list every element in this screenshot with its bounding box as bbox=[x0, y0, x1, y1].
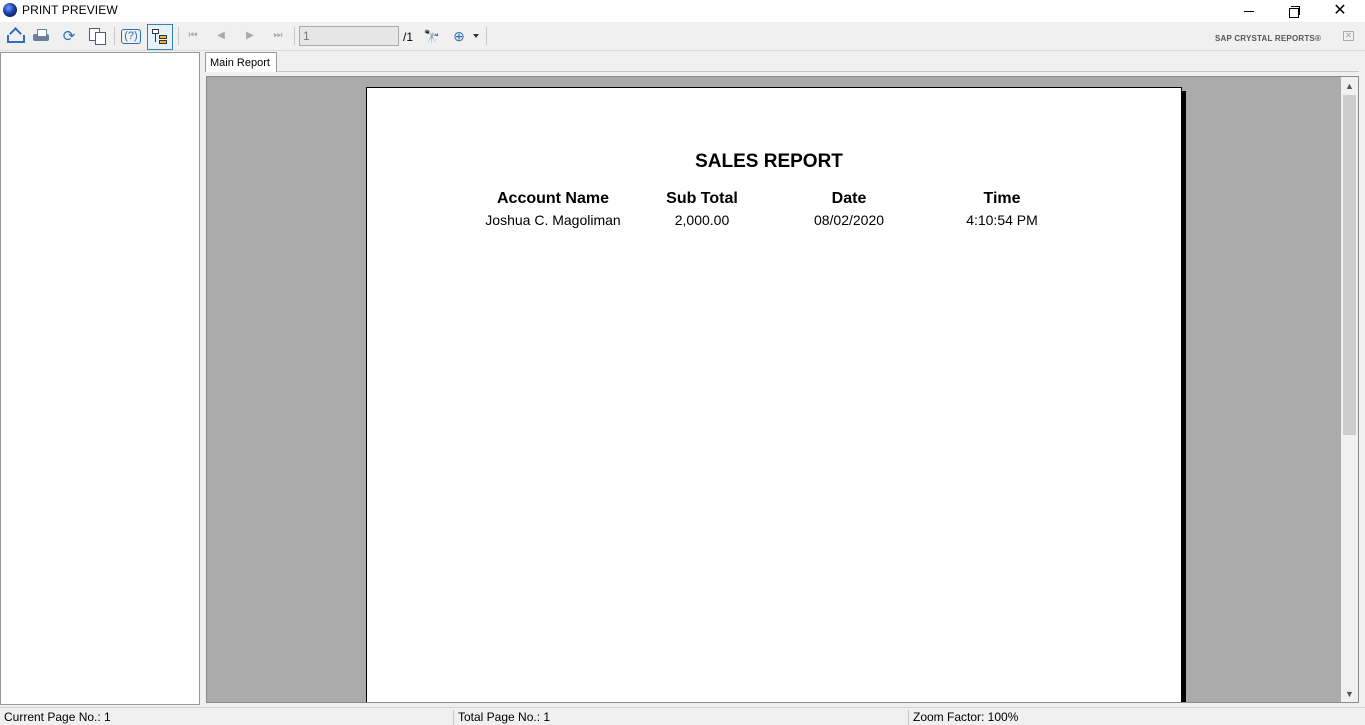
restore-icon bbox=[1289, 6, 1300, 18]
report-viewport[interactable]: SALES REPORT Account Name Sub Total Date… bbox=[206, 76, 1359, 703]
first-page-icon: ⏮ bbox=[188, 30, 198, 41]
report-title: SALES REPORT bbox=[695, 151, 843, 172]
zoom-dropdown-arrow-icon[interactable] bbox=[473, 34, 479, 38]
tab-main-report[interactable]: Main Report bbox=[205, 52, 277, 72]
scrollbar-thumb[interactable] bbox=[1343, 95, 1356, 435]
print-preview-window: PRINT PREVIEW ✕ ⟳ (?) ⏮ ◀ ▶ ⏭ 1 /1 🔭 ⊕ S… bbox=[0, 0, 1365, 725]
toolbar-separator bbox=[486, 27, 487, 45]
close-button[interactable]: ✕ bbox=[1317, 0, 1363, 22]
group-tree-panel[interactable] bbox=[0, 52, 200, 705]
status-bar: Current Page No.: 1 Total Page No.: 1 Zo… bbox=[0, 707, 1365, 725]
help-button[interactable]: (?) bbox=[120, 25, 142, 47]
previous-page-icon: ◀ bbox=[217, 30, 225, 41]
minimize-icon bbox=[1244, 10, 1254, 12]
column-header-time: Time bbox=[983, 190, 1021, 207]
restore-button[interactable] bbox=[1271, 0, 1317, 22]
minimize-button[interactable] bbox=[1226, 0, 1272, 22]
tab-label: Main Report bbox=[210, 57, 270, 69]
scroll-up-button[interactable]: ▲ bbox=[1341, 77, 1358, 94]
next-page-button[interactable]: ▶ bbox=[239, 25, 261, 47]
export-button[interactable] bbox=[3, 25, 25, 47]
status-zoom-factor: Zoom Factor: 100% bbox=[908, 710, 1365, 725]
last-page-icon: ⏭ bbox=[273, 30, 283, 41]
tab-divider bbox=[277, 71, 1359, 72]
help-icon: (?) bbox=[121, 28, 141, 44]
group-tree-icon bbox=[152, 29, 168, 45]
previous-page-button[interactable]: ◀ bbox=[210, 25, 232, 47]
print-icon bbox=[33, 29, 49, 43]
zoom-in-icon: ⊕ bbox=[453, 28, 465, 44]
toolbar-separator bbox=[114, 27, 115, 45]
next-page-icon: ▶ bbox=[246, 30, 254, 41]
app-icon bbox=[3, 3, 17, 17]
scroll-down-button[interactable]: ▼ bbox=[1341, 685, 1358, 702]
binoculars-icon: 🔭 bbox=[423, 28, 441, 44]
cell-date: 08/02/2020 bbox=[813, 212, 885, 228]
toggle-group-tree-button[interactable] bbox=[147, 24, 173, 50]
close-icon: ✕ bbox=[1333, 2, 1347, 19]
refresh-icon: ⟳ bbox=[62, 27, 76, 45]
chevron-down-icon: ▼ bbox=[1345, 688, 1354, 699]
page-number-input[interactable] bbox=[299, 26, 399, 46]
export-icon bbox=[6, 29, 25, 43]
refresh-button[interactable]: ⟳ bbox=[58, 25, 80, 47]
first-page-button[interactable]: ⏮ bbox=[182, 25, 204, 47]
close-view-icon[interactable]: ✕ bbox=[1343, 31, 1354, 41]
status-total-page: Total Page No.: 1 bbox=[453, 710, 908, 725]
toolbar: ⟳ (?) ⏮ ◀ ▶ ⏭ /1 🔭 bbox=[0, 22, 1365, 51]
column-header-account-name: Account Name bbox=[496, 190, 610, 207]
copy-icon bbox=[89, 28, 106, 45]
vertical-scrollbar[interactable]: ▲ ▼ bbox=[1341, 77, 1358, 702]
cell-account-name: Joshua C. Magoliman bbox=[485, 212, 621, 228]
last-page-button[interactable]: ⏭ bbox=[267, 25, 289, 47]
window-title: PRINT PREVIEW bbox=[22, 3, 118, 17]
title-bar: PRINT PREVIEW ✕ bbox=[0, 0, 1365, 22]
copy-button[interactable] bbox=[86, 25, 108, 47]
zoom-button[interactable]: ⊕ bbox=[448, 25, 470, 47]
cell-time: 4:10:54 PM bbox=[966, 212, 1038, 228]
chevron-up-icon: ▲ bbox=[1345, 80, 1354, 91]
page-total-label: /1 bbox=[403, 30, 414, 44]
cell-sub-total: 2,000.00 bbox=[674, 212, 730, 228]
report-page: SALES REPORT Account Name Sub Total Date… bbox=[366, 87, 1182, 702]
status-current-page: Current Page No.: 1 bbox=[4, 710, 111, 724]
brand-logo: SAP CRYSTAL REPORTS® bbox=[1215, 34, 1322, 43]
toolbar-separator bbox=[294, 27, 295, 45]
toolbar-separator bbox=[178, 27, 179, 45]
column-header-sub-total: Sub Total bbox=[666, 190, 738, 207]
column-header-date: Date bbox=[831, 190, 867, 207]
print-button[interactable] bbox=[30, 25, 52, 47]
find-button[interactable]: 🔭 bbox=[421, 25, 443, 47]
